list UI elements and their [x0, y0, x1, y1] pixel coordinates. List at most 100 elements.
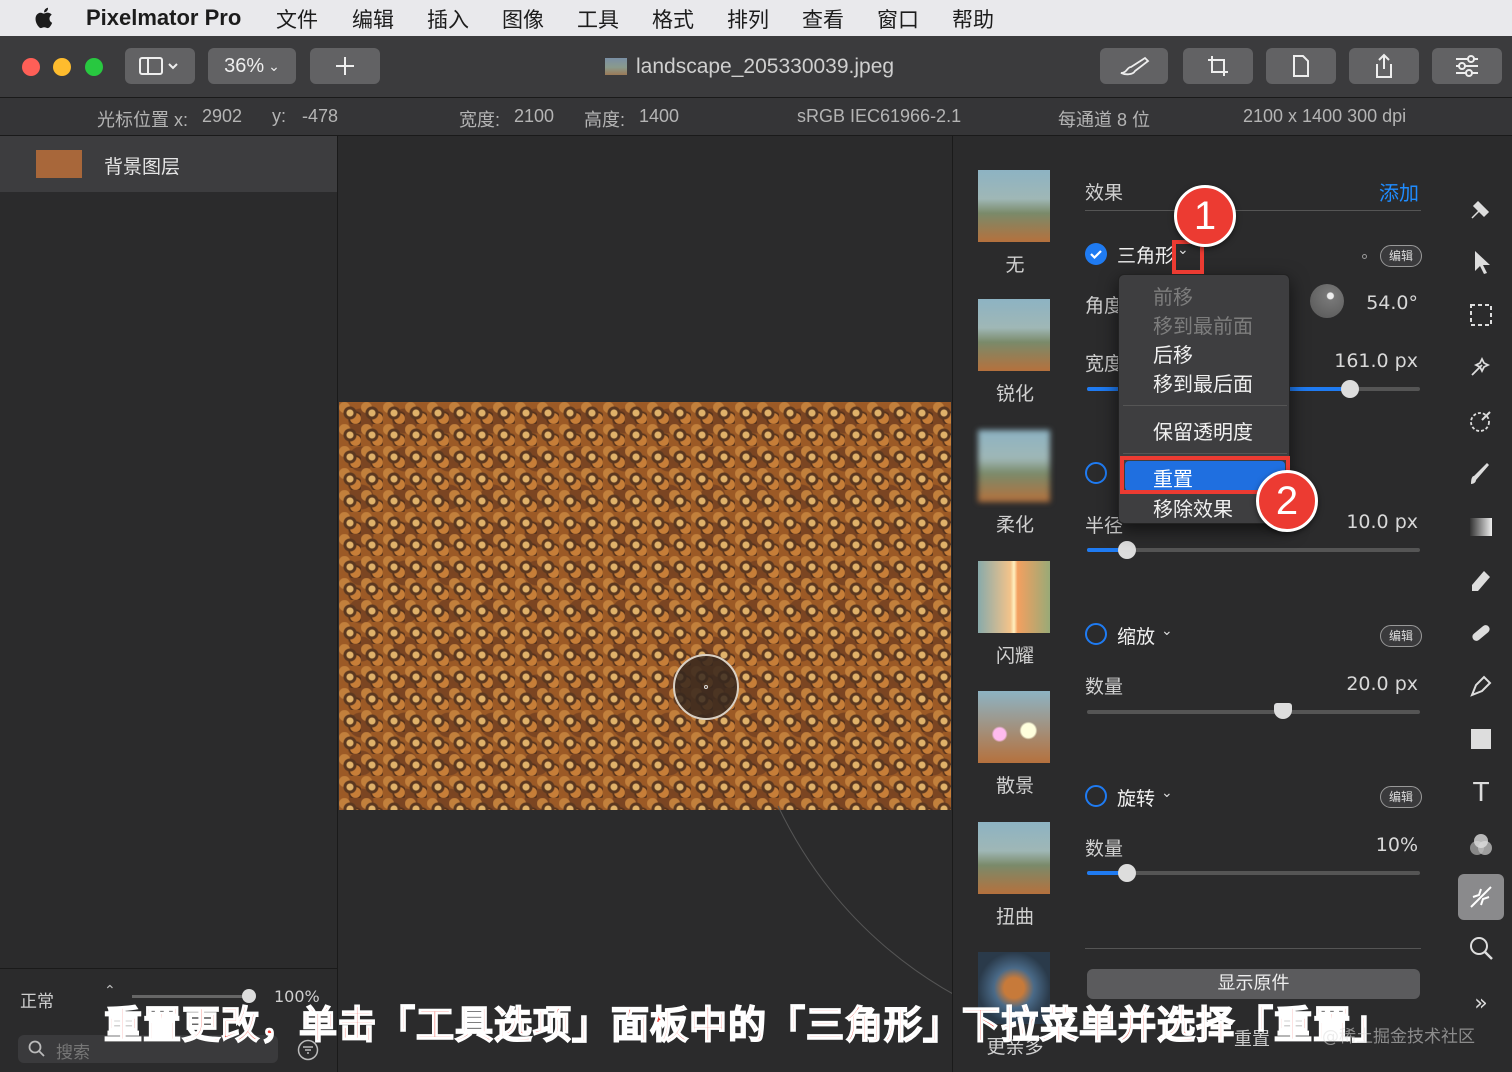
- preset-glow[interactable]: 闪耀: [978, 561, 1052, 668]
- document-title[interactable]: landscape_205330039.jpeg: [636, 55, 894, 79]
- preset-thumbnail: [978, 299, 1050, 371]
- add-button[interactable]: [310, 48, 380, 84]
- brush-cursor-center: [704, 685, 708, 689]
- share-icon: [1376, 53, 1392, 78]
- menu-item-preserve-transparency[interactable]: 保留透明度: [1153, 416, 1253, 445]
- tutorial-caption: 重置更改，单击「工具选项」面板中的「三角形」下拉菜单并选择「重置」: [103, 1002, 1392, 1048]
- radius-slider[interactable]: [1087, 541, 1420, 559]
- eraser-tool[interactable]: [1460, 559, 1502, 601]
- preset-soften[interactable]: 柔化: [978, 430, 1052, 537]
- width-slider-knob[interactable]: [1341, 380, 1360, 398]
- zoom-edit-button[interactable]: 编辑: [1380, 625, 1422, 647]
- app-name-menu[interactable]: Pixelmator Pro: [86, 5, 241, 31]
- tool-options-button[interactable]: [1432, 48, 1502, 84]
- share-button[interactable]: [1349, 48, 1419, 84]
- rotate-amount-slider[interactable]: [1087, 864, 1420, 882]
- apple-icon[interactable]: [34, 6, 56, 30]
- effect-presets-column: 无 锐化 柔化 闪耀 散景 扭曲 更亲多: [952, 136, 1062, 1072]
- radius-slider-knob[interactable]: [1117, 541, 1136, 559]
- menu-edit[interactable]: 编辑: [352, 4, 394, 34]
- zoom-amount-value: 20.0 px: [1346, 673, 1418, 695]
- preset-label: 无: [1005, 254, 1025, 276]
- width-param-value: 161.0 px: [1334, 350, 1418, 372]
- select-rect-tool[interactable]: [1460, 294, 1502, 336]
- zoom-enabled-checkbox[interactable]: [1085, 623, 1107, 645]
- zoom-amount-knob[interactable]: [1274, 703, 1293, 719]
- gradient-icon: [1470, 518, 1492, 536]
- effects-tool[interactable]: [1458, 874, 1504, 920]
- height-value: 1400: [639, 106, 680, 126]
- menu-view[interactable]: 查看: [802, 4, 844, 34]
- preset-label: 柔化: [995, 514, 1034, 536]
- sidebar-toggle-icon: [139, 57, 178, 75]
- search-icon: [28, 1040, 45, 1057]
- preset-label: 扭曲: [995, 906, 1034, 928]
- plus-icon: [336, 57, 354, 75]
- color-adjust-icon: [1470, 834, 1492, 855]
- crop-button[interactable]: [1183, 48, 1253, 84]
- magic-select-tool[interactable]: [1460, 347, 1502, 389]
- arrange-tool[interactable]: [1460, 188, 1502, 230]
- preset-none[interactable]: 无: [978, 170, 1052, 277]
- menu-tools[interactable]: 工具: [577, 4, 619, 34]
- preset-thumbnail: [978, 430, 1050, 502]
- close-button[interactable]: [22, 58, 40, 76]
- menu-insert[interactable]: 插入: [427, 4, 469, 34]
- preset-thumbnail: [978, 822, 1050, 894]
- triangle-enabled-checkbox[interactable]: [1085, 243, 1107, 265]
- menu-item-send-to-back[interactable]: 移到最后面: [1153, 368, 1253, 397]
- canvas-area[interactable]: [338, 136, 1284, 1072]
- preset-distort[interactable]: 扭曲: [978, 822, 1052, 929]
- image-size-dpi: 2100 x 1400 300 dpi: [1243, 106, 1407, 126]
- document-button[interactable]: [1266, 48, 1336, 84]
- shape-tool[interactable]: [1460, 718, 1502, 760]
- minimize-button[interactable]: [53, 58, 71, 76]
- menu-item-move-backward[interactable]: 后移: [1153, 339, 1193, 368]
- expand-tools-button[interactable]: »: [1460, 982, 1502, 1024]
- menu-help[interactable]: 帮助: [952, 4, 994, 34]
- zoom-amount-label: 数量: [1085, 676, 1124, 698]
- text-tool[interactable]: T: [1460, 771, 1502, 813]
- blend-mode-select[interactable]: 正常: [20, 987, 54, 1012]
- triangle-effect-name: 三角形: [1117, 245, 1175, 267]
- menu-window[interactable]: 窗口: [877, 4, 919, 34]
- rotate-dropdown-chevron-icon[interactable]: ⌄: [1161, 785, 1173, 801]
- layer-row[interactable]: 背景图层: [0, 136, 337, 192]
- blur-enabled-checkbox[interactable]: [1085, 462, 1107, 484]
- rotate-enabled-checkbox[interactable]: [1085, 785, 1107, 807]
- color-pick-tool[interactable]: [1460, 400, 1502, 442]
- menu-format[interactable]: 格式: [652, 4, 694, 34]
- pointer-tool[interactable]: [1460, 241, 1502, 283]
- zoom-effect-name: 缩放: [1117, 626, 1156, 648]
- sidebar-toggle-button[interactable]: [125, 48, 195, 84]
- annotation-badge-1: 1: [1174, 185, 1236, 247]
- expand-icon: »: [1474, 990, 1488, 1016]
- menu-image[interactable]: 图像: [502, 4, 544, 34]
- rotate-amount-knob[interactable]: [1117, 864, 1136, 882]
- menu-item-remove-effect[interactable]: 移除效果: [1153, 493, 1233, 522]
- paint-brush-tool[interactable]: [1460, 453, 1502, 495]
- brush-tool-button[interactable]: [1100, 48, 1168, 84]
- zoom-amount-slider[interactable]: [1087, 703, 1420, 719]
- magic-select-icon: [1471, 356, 1491, 376]
- preset-bokeh[interactable]: 散景: [978, 691, 1052, 798]
- cursor-x-value: 2902: [202, 106, 243, 126]
- zoom-dropdown-chevron-icon[interactable]: ⌄: [1161, 623, 1173, 639]
- zoom-tool[interactable]: [1460, 927, 1502, 969]
- triangle-edit-button[interactable]: 编辑: [1380, 245, 1422, 267]
- pen-tool[interactable]: [1460, 665, 1502, 707]
- add-effect-button[interactable]: 添加: [1379, 177, 1419, 206]
- preset-sharpen[interactable]: 锐化: [978, 299, 1052, 406]
- menu-file[interactable]: 文件: [276, 4, 318, 34]
- color-adjust-tool[interactable]: [1460, 824, 1502, 866]
- width-value: 2100: [514, 106, 555, 126]
- kaleidoscope-image[interactable]: [339, 402, 951, 810]
- menu-arrange[interactable]: 排列: [727, 4, 769, 34]
- repair-icon: [1472, 625, 1490, 641]
- paint-brush-icon: [1471, 463, 1489, 484]
- gradient-tool[interactable]: [1460, 506, 1502, 548]
- zoom-window-button[interactable]: [85, 58, 103, 76]
- zoom-dropdown[interactable]: 36% ⌄: [208, 48, 296, 84]
- rotate-edit-button[interactable]: 编辑: [1380, 786, 1422, 808]
- repair-tool[interactable]: [1460, 612, 1502, 654]
